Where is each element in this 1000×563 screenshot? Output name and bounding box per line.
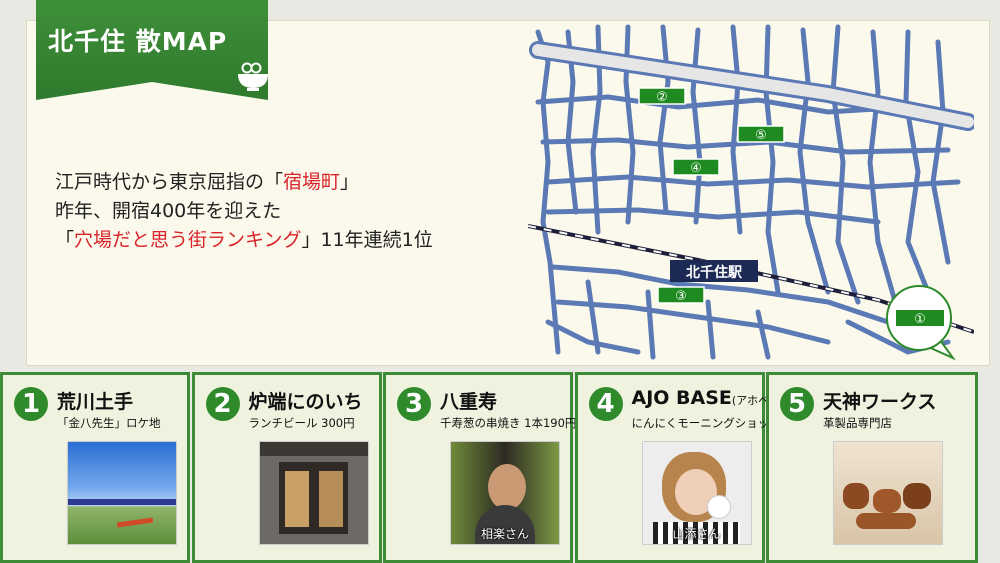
spot-card-1[interactable]: 1 荒川土手 「金八先生」ロケ地	[0, 372, 190, 563]
spot-number: 3	[397, 387, 431, 421]
spot-number: 5	[780, 387, 814, 421]
spot-number: 4	[588, 387, 623, 421]
spot-photo: 相楽さん	[450, 441, 560, 545]
map-marker-2[interactable]: ②	[638, 87, 686, 105]
spot-name: 荒川土手	[57, 391, 134, 413]
ramen-bowl-icon	[238, 62, 268, 91]
spot-card-4[interactable]: 4 AJO BASE(アホベイス) にんにくモーニングショット 440円 山添さ…	[574, 372, 818, 563]
svg-text:④: ④	[690, 161, 702, 176]
spot-card-3[interactable]: 3 八重寿 千寿葱の串焼き 1本190円 相楽さん	[383, 372, 577, 563]
intro-text: 江戸時代から東京屈指の「宿場町」 昨年、開宿400年を迎えた 「穴場だと思う街ラ…	[55, 168, 433, 255]
spot-number: 1	[14, 387, 48, 421]
spot-photo: 山添さん	[641, 441, 752, 545]
spot-photo	[258, 441, 369, 545]
spot-description: 千寿葱の串焼き 1本190円	[440, 416, 577, 430]
spot-description: ランチビール 300円	[248, 416, 355, 430]
svg-text:①: ①	[914, 312, 926, 327]
map-marker-5[interactable]: ⑤	[737, 125, 785, 143]
spot-card-5[interactable]: 5 天神ワークス 革製品専門店	[766, 372, 978, 563]
page-title: 北千住 散MAP	[48, 27, 228, 56]
photo-caption: 相楽さん	[480, 527, 529, 541]
svg-text:⑤: ⑤	[755, 128, 767, 143]
intro-line-3: 「穴場だと思う街ランキング」11年連続1位	[55, 229, 433, 251]
spot-number: 2	[205, 387, 240, 421]
spot-photo	[833, 441, 943, 545]
area-map: 北千住駅 ② ⑤ ④ ③ ①	[528, 24, 974, 361]
photo-caption: 山添さん	[672, 527, 721, 541]
spot-name: 炉端にのいち	[248, 391, 363, 413]
spot-description: 革製品専門店	[823, 416, 892, 430]
spot-cards: 1 荒川土手 「金八先生」ロケ地 2 炉端にのいち ランチビール 300円 3 …	[0, 372, 1000, 563]
spot-name: 八重寿	[440, 391, 498, 413]
svg-text:②: ②	[656, 90, 668, 105]
station-label: 北千住駅	[686, 264, 743, 281]
spot-name: 天神ワークス	[823, 391, 937, 413]
intro-line-1: 江戸時代から東京屈指の「宿場町」	[55, 171, 360, 193]
spot-description: 「金八先生」ロケ地	[57, 416, 161, 430]
svg-text:③: ③	[675, 289, 687, 304]
map-marker-4[interactable]: ④	[672, 158, 720, 176]
spot-photo	[67, 441, 177, 545]
map-marker-3[interactable]: ③	[657, 286, 705, 304]
spot-card-2[interactable]: 2 炉端にのいち ランチビール 300円	[191, 372, 382, 563]
intro-line-2: 昨年、開宿400年を迎えた	[55, 200, 282, 222]
